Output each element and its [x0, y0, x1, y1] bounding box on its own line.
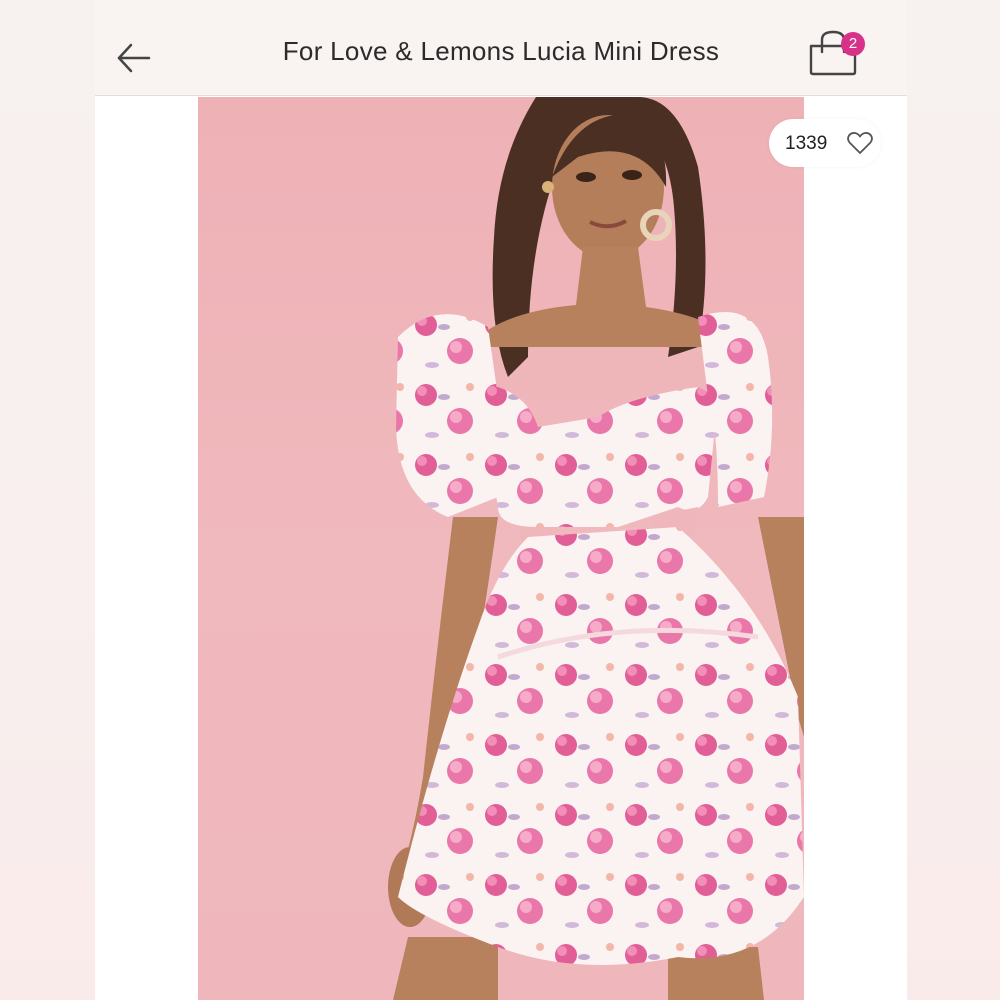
product-photo[interactable]	[198, 97, 804, 1000]
back-button[interactable]	[115, 38, 155, 78]
app-frame: For Love & Lemons Lucia Mini Dress 2 133…	[95, 0, 907, 1000]
cart-count-badge: 2	[841, 32, 865, 56]
page-title: For Love & Lemons Lucia Mini Dress	[282, 36, 720, 66]
left-background-panel	[0, 0, 95, 1000]
top-bar: For Love & Lemons Lucia Mini Dress 2	[95, 0, 907, 96]
like-count: 1339	[785, 133, 828, 154]
right-background-panel	[907, 0, 1000, 1000]
like-button[interactable]: 1339	[769, 119, 881, 167]
heart-outline-icon	[847, 132, 873, 154]
model-in-dress-illustration	[388, 97, 804, 1000]
arrow-left-icon	[117, 43, 151, 73]
